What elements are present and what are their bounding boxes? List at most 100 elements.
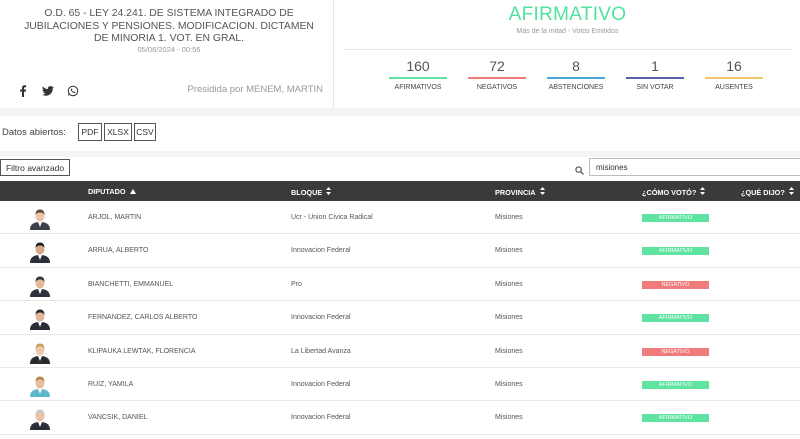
cell-diputado[interactable]: VANCSIK, DANIEL — [88, 414, 147, 421]
cell-bloque: Innovacion Federal — [291, 314, 351, 322]
stat-bar — [389, 77, 447, 79]
cell-provincia: Misiones — [495, 347, 523, 355]
stat-negativos: 72 NEGATIVOS — [468, 58, 526, 91]
search-icon — [575, 162, 584, 175]
cell-provincia: Misiones — [495, 414, 523, 422]
presided-by: Presidida por MENEM, MARTIN — [187, 84, 324, 95]
vote-badge: AFIRMATIVO — [642, 247, 709, 256]
cell-bloque: Innovacion Federal — [291, 380, 351, 388]
column-label: DIPUTADO — [88, 187, 126, 196]
cell-bloque: Innovacion Federal — [291, 247, 351, 255]
stat-value: 8 — [572, 58, 580, 74]
cell-diputado[interactable]: KLIPAUKA LEWTAK, FLORENCIA — [88, 348, 196, 355]
cell-provincia: Misiones — [495, 280, 523, 288]
column-label: ¿QUÉ DIJO? — [741, 187, 785, 197]
stat-afirmativos: 160 AFIRMATIVOS — [389, 58, 447, 91]
stat-sin-votar: 1 SIN VOTAR — [626, 58, 684, 91]
vote-badge: NEGATIVO — [642, 347, 709, 356]
stat-label: SIN VOTAR — [636, 84, 674, 91]
stat-label: NEGATIVOS — [476, 84, 518, 91]
table-row[interactable]: BIANCHETTI, EMMANUEL Pro Misiones NEGATIVO — [0, 268, 800, 302]
avatar — [28, 339, 52, 364]
open-data-bar: Datos abiertos: PDF XLSX CSV — [0, 116, 800, 151]
stat-value: 72 — [489, 58, 505, 74]
column-label: ¿CÓMO VOTÓ? — [642, 187, 697, 197]
stat-label: AUSENTES — [715, 84, 753, 91]
column-header-dijo[interactable]: ¿QUÉ DIJO? — [741, 187, 794, 197]
vote-badge: AFIRMATIVO — [642, 380, 709, 389]
cell-provincia: Misiones — [495, 380, 523, 388]
cell-bloque: La Libertad Avanza — [291, 347, 351, 355]
cell-diputado[interactable]: RUIZ, YAMILA — [88, 381, 133, 388]
cell-diputado[interactable]: FERNANDEZ, CARLOS ALBERTO — [88, 314, 197, 321]
result-panel: AFIRMATIVO Más de la mitad - Votos Emiti… — [335, 0, 800, 108]
stat-value: 160 — [406, 58, 430, 74]
cell-bloque: Pro — [291, 280, 302, 288]
stat-bar — [705, 77, 763, 79]
stat-bar — [468, 77, 526, 79]
sort-icon — [326, 187, 332, 197]
table-header: DIPUTADO BLOQUE PROVINCIA ¿CÓMO VOTÓ? ¿Q… — [0, 181, 800, 201]
twitter-icon[interactable] — [41, 84, 54, 97]
column-label: PROVINCIA — [495, 187, 536, 197]
stat-abstenciones: 8 ABSTENCIONES — [547, 58, 605, 91]
stat-bar — [547, 77, 605, 79]
vote-stats: 160 AFIRMATIVOS 72 NEGATIVOS 8 ABSTENCIO… — [389, 58, 763, 91]
table-row[interactable]: FERNANDEZ, CARLOS ALBERTO Innovacion Fede… — [0, 301, 800, 335]
table-row[interactable]: RUIZ, YAMILA Innovacion Federal Misiones AF… — [0, 368, 800, 402]
table-body: ARJOL, MARTIN Ucr - Union Civica Radical M… — [0, 201, 800, 435]
download-pdf-button[interactable]: PDF — [78, 123, 102, 141]
cell-bloque: Innovacion Federal — [291, 414, 351, 422]
avatar — [28, 239, 52, 264]
avatar — [28, 306, 52, 331]
stat-ausentes: 16 AUSENTES — [705, 58, 763, 91]
stat-label: ABSTENCIONES — [548, 84, 604, 91]
column-header-bloque[interactable]: BLOQUE — [291, 187, 332, 197]
sort-icon — [788, 187, 794, 197]
avatar — [28, 272, 52, 297]
download-csv-button[interactable]: CSV — [134, 123, 156, 141]
social-share — [16, 84, 79, 97]
table-row[interactable]: KLIPAUKA LEWTAK, FLORENCIA La Libertad Av… — [0, 335, 800, 368]
cell-bloque: Ucr - Union Civica Radical — [291, 214, 373, 221]
cell-diputado[interactable]: ARJOL, MARTIN — [88, 214, 141, 221]
sort-icon — [539, 187, 545, 197]
download-xlsx-button[interactable]: XLSX — [104, 123, 132, 141]
search-input[interactable] — [589, 158, 800, 176]
vote-badge: AFIRMATIVO — [642, 314, 709, 323]
table-row[interactable]: ARRUA, ALBERTO Innovacion Federal Misiones… — [0, 234, 800, 268]
cell-diputado[interactable]: BIANCHETTI, EMMANUEL — [88, 281, 173, 288]
vote-badge: NEGATIVO — [642, 280, 709, 289]
sort-icon — [700, 187, 706, 197]
column-header-diputado[interactable]: DIPUTADO — [88, 187, 136, 196]
sort-asc-icon — [129, 187, 136, 196]
table-row[interactable]: ARJOL, MARTIN Ucr - Union Civica Radical M… — [0, 201, 800, 235]
advanced-filter-button[interactable]: Filtro avanzado — [0, 159, 70, 176]
stat-label: AFIRMATIVOS — [394, 84, 442, 91]
facebook-icon[interactable] — [16, 84, 29, 97]
divider — [343, 49, 793, 50]
result-subtitle: Más de la mitad - Votos Emitidos — [516, 28, 619, 35]
column-label: BLOQUE — [291, 187, 323, 197]
open-data-label: Datos abiertos: — [2, 127, 66, 138]
stat-value: 1 — [651, 58, 659, 74]
stat-value: 16 — [726, 58, 742, 74]
column-header-provincia[interactable]: PROVINCIA — [495, 187, 545, 197]
table-row[interactable]: VANCSIK, DANIEL Innovacion Federal Misione… — [0, 401, 800, 435]
avatar — [28, 372, 52, 397]
avatar — [28, 206, 52, 230]
vote-info-panel: O.D. 65 - LEY 24.241. DE SISTEMA INTEGRA… — [0, 0, 334, 108]
cell-provincia: Misiones — [495, 247, 523, 255]
column-header-voto[interactable]: ¿CÓMO VOTÓ? — [642, 187, 706, 197]
result-label: AFIRMATIVO — [508, 4, 627, 25]
avatar — [28, 406, 52, 431]
cell-diputado[interactable]: ARRUA, ALBERTO — [88, 247, 148, 254]
vote-badge: AFIRMATIVO — [642, 414, 709, 423]
filter-bar: Filtro avanzado — [0, 157, 800, 181]
cell-provincia: Misiones — [495, 214, 523, 221]
cell-provincia: Misiones — [495, 314, 523, 322]
vote-datetime: 05/06/2024 - 00:56 — [137, 45, 201, 54]
whatsapp-icon[interactable] — [66, 84, 79, 97]
vote-badge: AFIRMATIVO — [642, 214, 709, 222]
vote-header: O.D. 65 - LEY 24.241. DE SISTEMA INTEGRA… — [0, 0, 800, 108]
